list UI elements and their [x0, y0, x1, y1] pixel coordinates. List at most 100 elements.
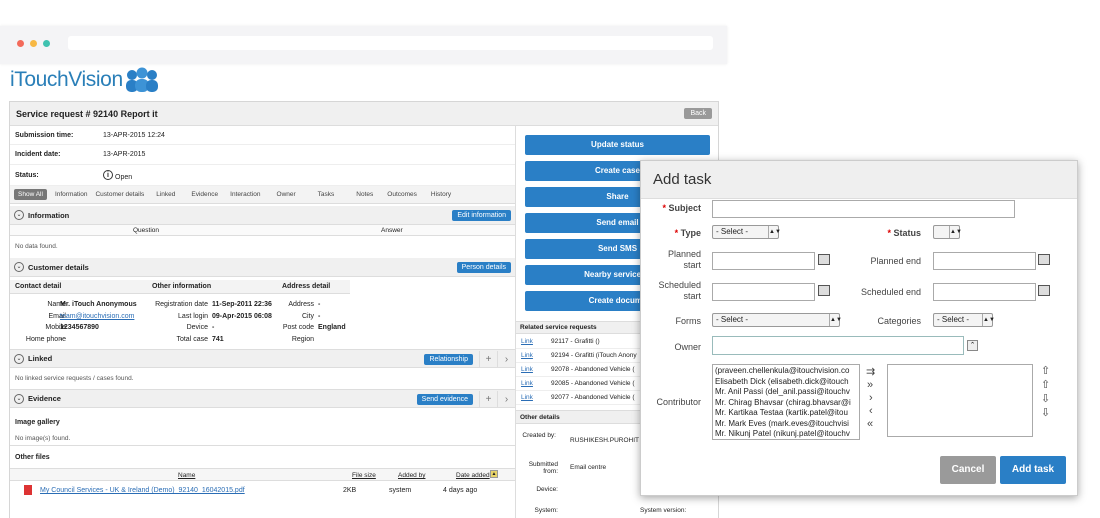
related-text: 92078 - Abandoned Vehicle ( — [551, 366, 635, 373]
tab-customer-details[interactable]: Customer details — [95, 191, 144, 198]
related-link[interactable]: Link — [521, 380, 551, 387]
edit-information-button[interactable]: Edit information — [452, 210, 511, 221]
categories-select[interactable]: - Select - ▲▼ — [933, 313, 995, 327]
type-select[interactable]: - Select - ▲▼ — [712, 225, 781, 239]
chevron-right-icon[interactable]: › — [497, 351, 515, 368]
information-table-header: Question Answer — [10, 225, 515, 236]
related-text: 92194 - Grafitti (iTouch Anony — [551, 352, 637, 359]
customer-title: Customer details — [28, 262, 89, 272]
related-link[interactable]: Link — [521, 366, 551, 373]
device-label: Device — [186, 324, 208, 331]
address-label: Address — [288, 301, 314, 308]
send-evidence-button[interactable]: Send evidence — [416, 394, 473, 405]
tab-owner[interactable]: Owner — [277, 191, 296, 198]
related-link[interactable]: Link — [521, 394, 551, 401]
chevron-right-icon[interactable]: › — [497, 391, 515, 408]
file-size-column[interactable]: File size — [352, 472, 376, 479]
list-item[interactable]: Mr. Nikunj Patel (nikunj.patel@itouchv — [715, 429, 857, 439]
chevron-down-icon[interactable]: ⌄ — [14, 262, 24, 272]
plus-icon[interactable]: + — [479, 351, 497, 368]
tab-evidence[interactable]: Evidence — [191, 191, 218, 198]
double-chevron-right-icon[interactable]: » — [867, 379, 873, 391]
maximize-dot-icon[interactable] — [43, 40, 50, 47]
sort-up-icon[interactable]: ▲ — [490, 470, 498, 478]
information-section-header[interactable]: ⌄ Information Edit information — [10, 206, 515, 225]
submitted-from-value: Email centre — [570, 464, 607, 471]
calendar-icon[interactable] — [818, 285, 830, 296]
list-item[interactable]: Mr. Mark Eves (mark.eves@itouchvisi — [715, 419, 857, 430]
calendar-icon[interactable] — [818, 254, 830, 265]
list-item[interactable]: Elisabeth Dick (elisabeth.dick@itouch — [715, 377, 857, 388]
tab-notes[interactable]: Notes — [356, 191, 373, 198]
chevron-up-icon[interactable]: ⌃ — [967, 340, 978, 351]
tab-interaction[interactable]: Interaction — [230, 191, 260, 198]
email-label: Email — [48, 312, 66, 320]
person-details-button[interactable]: Person details — [456, 262, 511, 273]
answer-column: Answer — [381, 226, 403, 234]
move-bottom-icon[interactable]: ⇩ — [1041, 406, 1050, 419]
address-bar[interactable] — [68, 36, 713, 50]
contributor-label: Contributor — [656, 397, 701, 407]
back-button[interactable]: Back — [684, 108, 712, 119]
file-added-by: system — [389, 487, 412, 494]
move-all-right-icon[interactable]: ⇉ — [866, 365, 875, 378]
related-text: 92077 - Abandoned Vehicle ( — [551, 394, 635, 401]
status-select[interactable]: ▲▼ — [933, 225, 962, 239]
tab-outcomes[interactable]: Outcomes — [387, 191, 417, 198]
related-link[interactable]: Link — [521, 352, 551, 359]
chevron-down-icon[interactable]: ⌄ — [14, 353, 24, 364]
scheduled-start-input[interactable] — [712, 283, 815, 301]
information-title: Information — [28, 210, 70, 220]
date-added-column[interactable]: Date added — [456, 472, 490, 479]
double-chevron-left-icon[interactable]: « — [867, 418, 873, 430]
linked-section-header[interactable]: ⌄ Linked Relationship + › — [10, 349, 515, 368]
chevron-down-icon[interactable]: ⌄ — [14, 210, 24, 220]
owner-input[interactable] — [712, 336, 964, 355]
cancel-button[interactable]: Cancel — [940, 456, 996, 484]
chevron-right-icon[interactable]: › — [869, 392, 873, 404]
city-value: - — [318, 301, 321, 308]
minimize-dot-icon[interactable] — [30, 40, 37, 47]
chevron-left-icon[interactable]: ‹ — [869, 405, 873, 417]
close-dot-icon[interactable] — [17, 40, 24, 47]
submission-value: 13-APR-2015 12:24 — [103, 131, 165, 139]
subject-input[interactable] — [712, 200, 1015, 218]
move-top-icon[interactable]: ⇧ — [1041, 364, 1050, 377]
chevron-down-icon[interactable]: ⌄ — [14, 393, 24, 404]
customer-email-link[interactable]: team@itouchvision.com — [60, 311, 137, 323]
selected-contributors-list[interactable] — [887, 364, 1033, 437]
customer-mobile: 1234567890 — [60, 324, 99, 331]
move-up-icon[interactable]: ⇧ — [1041, 378, 1050, 391]
list-item[interactable]: Mr. Kartikaa Testaa (kartik.patel@itou — [715, 408, 857, 419]
evidence-section-header[interactable]: ⌄ Evidence Send evidence + › — [10, 389, 515, 408]
image-gallery-title: Image gallery — [15, 418, 60, 426]
tab-tasks[interactable]: Tasks — [318, 191, 335, 198]
forms-select[interactable]: - Select - ▲▼ — [712, 313, 842, 327]
planned-start-input[interactable] — [712, 252, 815, 270]
scheduled-end-input[interactable] — [933, 283, 1036, 301]
list-item[interactable]: Mr. Chirag Bhavsar (chirag.bhavsar@i — [715, 398, 857, 409]
calendar-icon[interactable] — [1038, 254, 1050, 265]
add-task-button[interactable]: Add task — [1000, 456, 1066, 484]
available-contributors-list[interactable]: (praveen.chellenkula@itouchvision.co Eli… — [712, 364, 860, 440]
list-item[interactable]: Mr. Anil Passi (del_anil.passi@itouchv — [715, 387, 857, 398]
planned-end-input[interactable] — [933, 252, 1036, 270]
tab-show-all[interactable]: Show All — [14, 189, 47, 200]
relationship-button[interactable]: Relationship — [424, 354, 473, 365]
customer-section-header[interactable]: ⌄ Customer details Person details — [10, 258, 515, 277]
categories-label: Categories — [877, 316, 921, 326]
tab-history[interactable]: History — [431, 191, 451, 198]
tab-information[interactable]: Information — [55, 191, 88, 198]
file-link[interactable]: My Council Services - UK & Ireland (Demo… — [40, 487, 245, 494]
update-status-button[interactable]: Update status — [525, 135, 710, 155]
list-item[interactable]: (praveen.chellenkula@itouchvision.co — [715, 366, 857, 377]
plus-icon[interactable]: + — [479, 391, 497, 408]
contact-detail-heading: Contact detail — [15, 283, 62, 290]
name-column[interactable]: Name — [178, 472, 195, 479]
tab-linked[interactable]: Linked — [156, 191, 175, 198]
related-link[interactable]: Link — [521, 338, 551, 345]
incident-value: 13-APR-2015 — [103, 151, 146, 158]
move-down-icon[interactable]: ⇩ — [1041, 392, 1050, 405]
calendar-icon[interactable] — [1038, 285, 1050, 296]
added-by-column[interactable]: Added by — [398, 472, 425, 479]
